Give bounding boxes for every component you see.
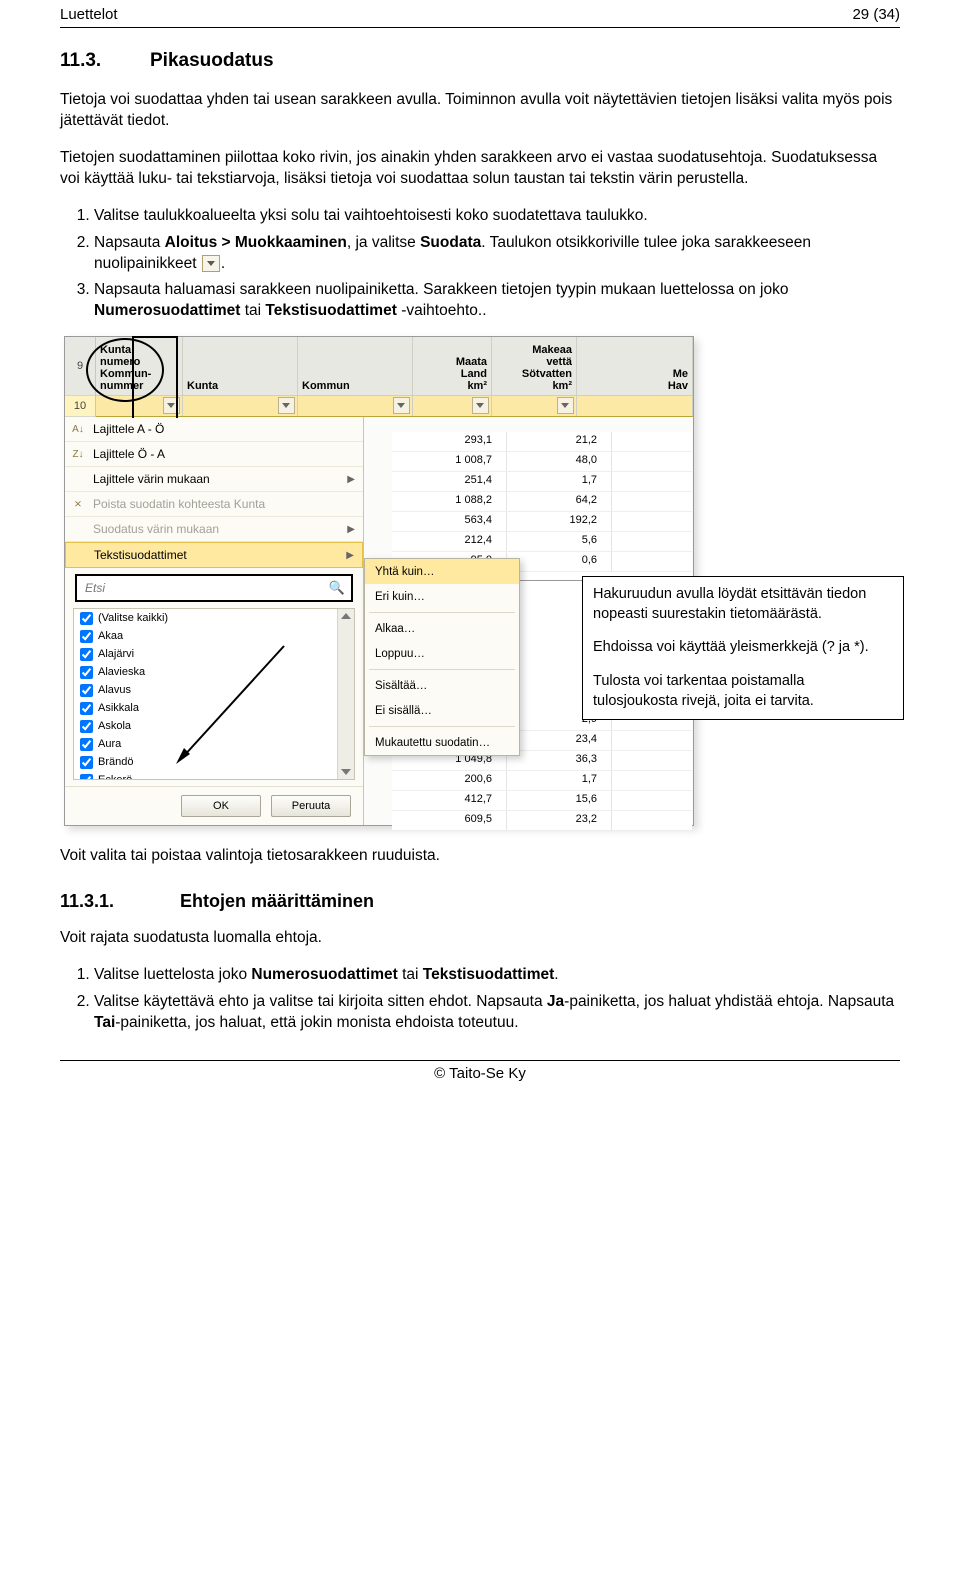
- callout-p1: Hakuruudun avulla löydät etsittävän tied…: [593, 585, 893, 624]
- heading-11-3: 11.3.Pikasuodatus: [60, 50, 900, 72]
- intro-para-1: Tietoja voi suodattaa yhden tai usean sa…: [60, 90, 900, 132]
- search-input[interactable]: [83, 580, 329, 596]
- annotation-arrow: [174, 636, 294, 766]
- filter-equals[interactable]: Yhtä kuin…: [365, 559, 519, 584]
- filter-custom[interactable]: Mukautettu suodatin…: [365, 730, 519, 755]
- checkbox[interactable]: [80, 612, 93, 625]
- checkbox[interactable]: [80, 684, 93, 697]
- para-ehdot: Voit rajata suodatusta luomalla ehtoja.: [60, 928, 900, 949]
- excel-screenshot: 9 10 KuntanumeroKommun-nummer Kunta Komm…: [64, 336, 694, 826]
- checkbox[interactable]: [80, 630, 93, 643]
- sort-za[interactable]: Z↓Lajittele Ö - A: [65, 442, 363, 467]
- cancel-button[interactable]: Peruuta: [271, 795, 351, 817]
- column-kunta: Kunta: [183, 337, 298, 395]
- filter-ends[interactable]: Loppuu…: [365, 641, 519, 666]
- step2-1: Valitse luettelosta joko Numerosuodattim…: [94, 965, 900, 986]
- ok-button[interactable]: OK: [181, 795, 261, 817]
- checkbox[interactable]: [80, 738, 93, 751]
- heading-11-3-1: 11.3.1.Ehtojen määrittäminen: [60, 891, 900, 912]
- search-field[interactable]: 🔍: [75, 574, 353, 602]
- text-filters[interactable]: Tekstisuodattimet▶: [65, 542, 363, 568]
- chevron-right-icon: ▶: [347, 524, 355, 535]
- scrollbar[interactable]: [337, 609, 354, 779]
- sort-by-color[interactable]: Lajittele värin mukaan▶: [65, 467, 363, 492]
- filter-by-color: Suodatus värin mukaan▶: [65, 517, 363, 542]
- checkbox[interactable]: [80, 774, 93, 781]
- checkbox[interactable]: [80, 666, 93, 679]
- step-3: Napsauta haluamasi sarakkeen nuolipainik…: [94, 280, 900, 322]
- para-after-shot: Voit valita tai poistaa valintoja tietos…: [60, 846, 900, 867]
- row-header-10[interactable]: 10: [65, 396, 95, 417]
- checkbox[interactable]: [80, 648, 93, 661]
- steps-list-2: Valitse luettelosta joko Numerosuodattim…: [60, 965, 900, 1034]
- filter-button[interactable]: [557, 397, 574, 414]
- header-right: 29 (34): [852, 6, 900, 23]
- search-icon: 🔍: [329, 580, 345, 596]
- clear-filter: ⨯Poista suodatin kohteesta Kunta: [65, 492, 363, 517]
- checkbox[interactable]: [80, 702, 93, 715]
- footer: © Taito-Se Ky: [60, 1060, 900, 1082]
- column-makeaa-vetta: MakeaavettäSötvattenkm²: [492, 337, 577, 395]
- chevron-right-icon: ▶: [346, 550, 354, 561]
- filter-not-equals[interactable]: Eri kuin…: [365, 584, 519, 609]
- header-left: Luettelot: [60, 6, 118, 23]
- filter-not-contains[interactable]: Ei sisällä…: [365, 698, 519, 723]
- callout-p3: Tulosta voi tarkentaa poistamalla tulosj…: [593, 672, 893, 711]
- column-me: MeHav: [577, 337, 693, 395]
- column-maata: MaataLandkm²: [413, 337, 492, 395]
- filter-contains[interactable]: Sisältää…: [365, 673, 519, 698]
- dropdown-icon: [202, 255, 220, 272]
- clear-filter-icon: ⨯: [70, 496, 86, 512]
- sort-asc-icon: A↓: [70, 421, 86, 437]
- intro-para-2: Tietojen suodattaminen piilottaa koko ri…: [60, 148, 900, 190]
- callout-box: Hakuruudun avulla löydät etsittävän tied…: [582, 576, 904, 720]
- filter-button[interactable]: [393, 397, 410, 414]
- step2-2: Valitse käytettävä ehto ja valitse tai k…: [94, 992, 900, 1034]
- checkbox[interactable]: [80, 720, 93, 733]
- sort-az[interactable]: A↓Lajittele A - Ö: [65, 417, 363, 442]
- divider: [60, 27, 900, 28]
- step-2: Napsauta Aloitus > Muokkaaminen, ja vali…: [94, 233, 900, 275]
- filter-begins[interactable]: Alkaa…: [365, 616, 519, 641]
- step-1: Valitse taulukkoalueelta yksi solu tai v…: [94, 206, 900, 227]
- chevron-right-icon: ▶: [347, 474, 355, 485]
- text-filter-submenu: Yhtä kuin… Eri kuin… Alkaa… Loppuu… Sisä…: [364, 558, 520, 756]
- checkbox[interactable]: [80, 756, 93, 769]
- steps-list-1: Valitse taulukkoalueelta yksi solu tai v…: [60, 206, 900, 323]
- filter-button[interactable]: [278, 397, 295, 414]
- callout-p2: Ehdoissa voi käyttää yleismerkkejä (? ja…: [593, 638, 893, 658]
- sort-desc-icon: Z↓: [70, 446, 86, 462]
- filter-button[interactable]: [472, 397, 489, 414]
- annotation-box: [132, 336, 178, 418]
- column-kommun: Kommun: [298, 337, 413, 395]
